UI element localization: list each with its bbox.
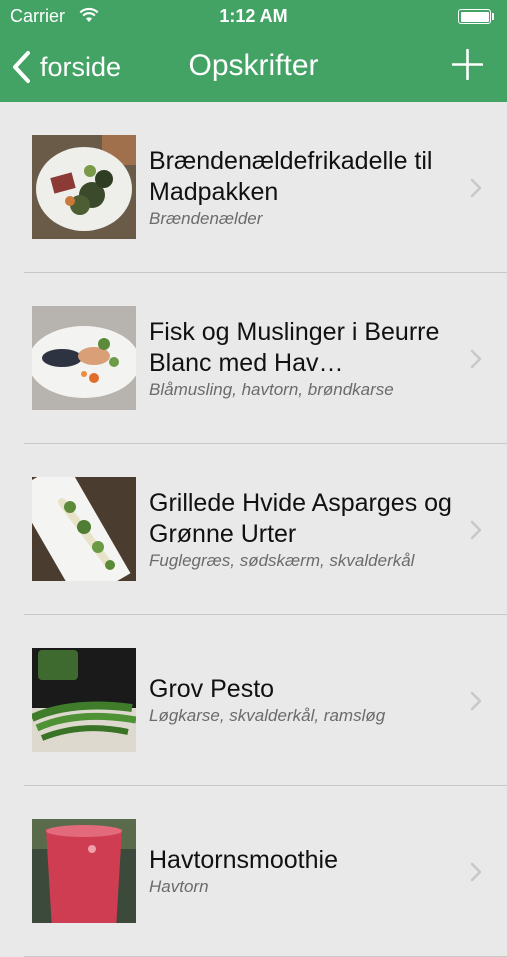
recipe-row[interactable]: Brændenældefrikadelle til Madpakken Bræn… (0, 102, 507, 273)
page-title: Opskrifter (188, 49, 319, 82)
chevron-right-icon (470, 520, 482, 540)
chevron-right-icon (470, 691, 482, 711)
recipe-ingredients: Løgkarse, skvalderkål, ramsløg (149, 706, 386, 725)
recipe-thumbnail (32, 819, 136, 923)
recipe-thumbnail (32, 648, 136, 752)
status-time: 1:12 AM (219, 6, 288, 26)
status-bar: Carrier 1:12 AM (0, 0, 507, 34)
recipe-list: Brændenældefrikadelle til Madpakken Bræn… (0, 102, 507, 957)
recipe-title: Grov Pesto (149, 675, 275, 703)
battery-icon (458, 9, 494, 24)
recipe-title: Brændenældefrikadelle til Madpakken (149, 146, 433, 206)
recipe-title: Grillede Hvide Asparges og Grønne Urter (149, 488, 452, 548)
recipe-ingredients: Blåmusling, havtorn, brøndkarse (149, 379, 394, 399)
recipe-thumbnail (32, 135, 136, 239)
back-chevron-icon (13, 51, 30, 83)
recipe-thumbnail (32, 477, 136, 581)
recipe-row[interactable]: Grillede Hvide Asparges og Grønne Urter … (0, 444, 507, 615)
back-button[interactable]: forside (10, 46, 121, 88)
chevron-right-icon (470, 349, 482, 369)
recipe-ingredients: Havtorn (149, 877, 209, 896)
recipe-row[interactable]: Grov Pesto Løgkarse, skvalderkål, ramslø… (0, 615, 507, 786)
back-button-label: forside (40, 51, 122, 82)
plus-icon[interactable] (452, 49, 483, 80)
chevron-right-icon (470, 178, 482, 198)
recipe-row[interactable]: Havtornsmoothie Havtorn (0, 786, 507, 957)
chevron-right-icon (470, 862, 482, 882)
recipe-thumbnail (32, 306, 136, 410)
recipe-ingredients: Fuglegræs, sødskærm, skvalderkål (149, 550, 415, 570)
navigation-bar: Carrier 1:12 AM forside Opskrifter (0, 0, 507, 102)
recipe-title: Havtornsmoothie (149, 846, 338, 874)
recipe-title: Fisk og Muslinger i Beurre Blanc med Hav… (149, 317, 440, 377)
recipe-row[interactable]: Fisk og Muslinger i Beurre Blanc med Hav… (0, 273, 507, 444)
recipe-ingredients: Brændenælder (149, 208, 263, 228)
